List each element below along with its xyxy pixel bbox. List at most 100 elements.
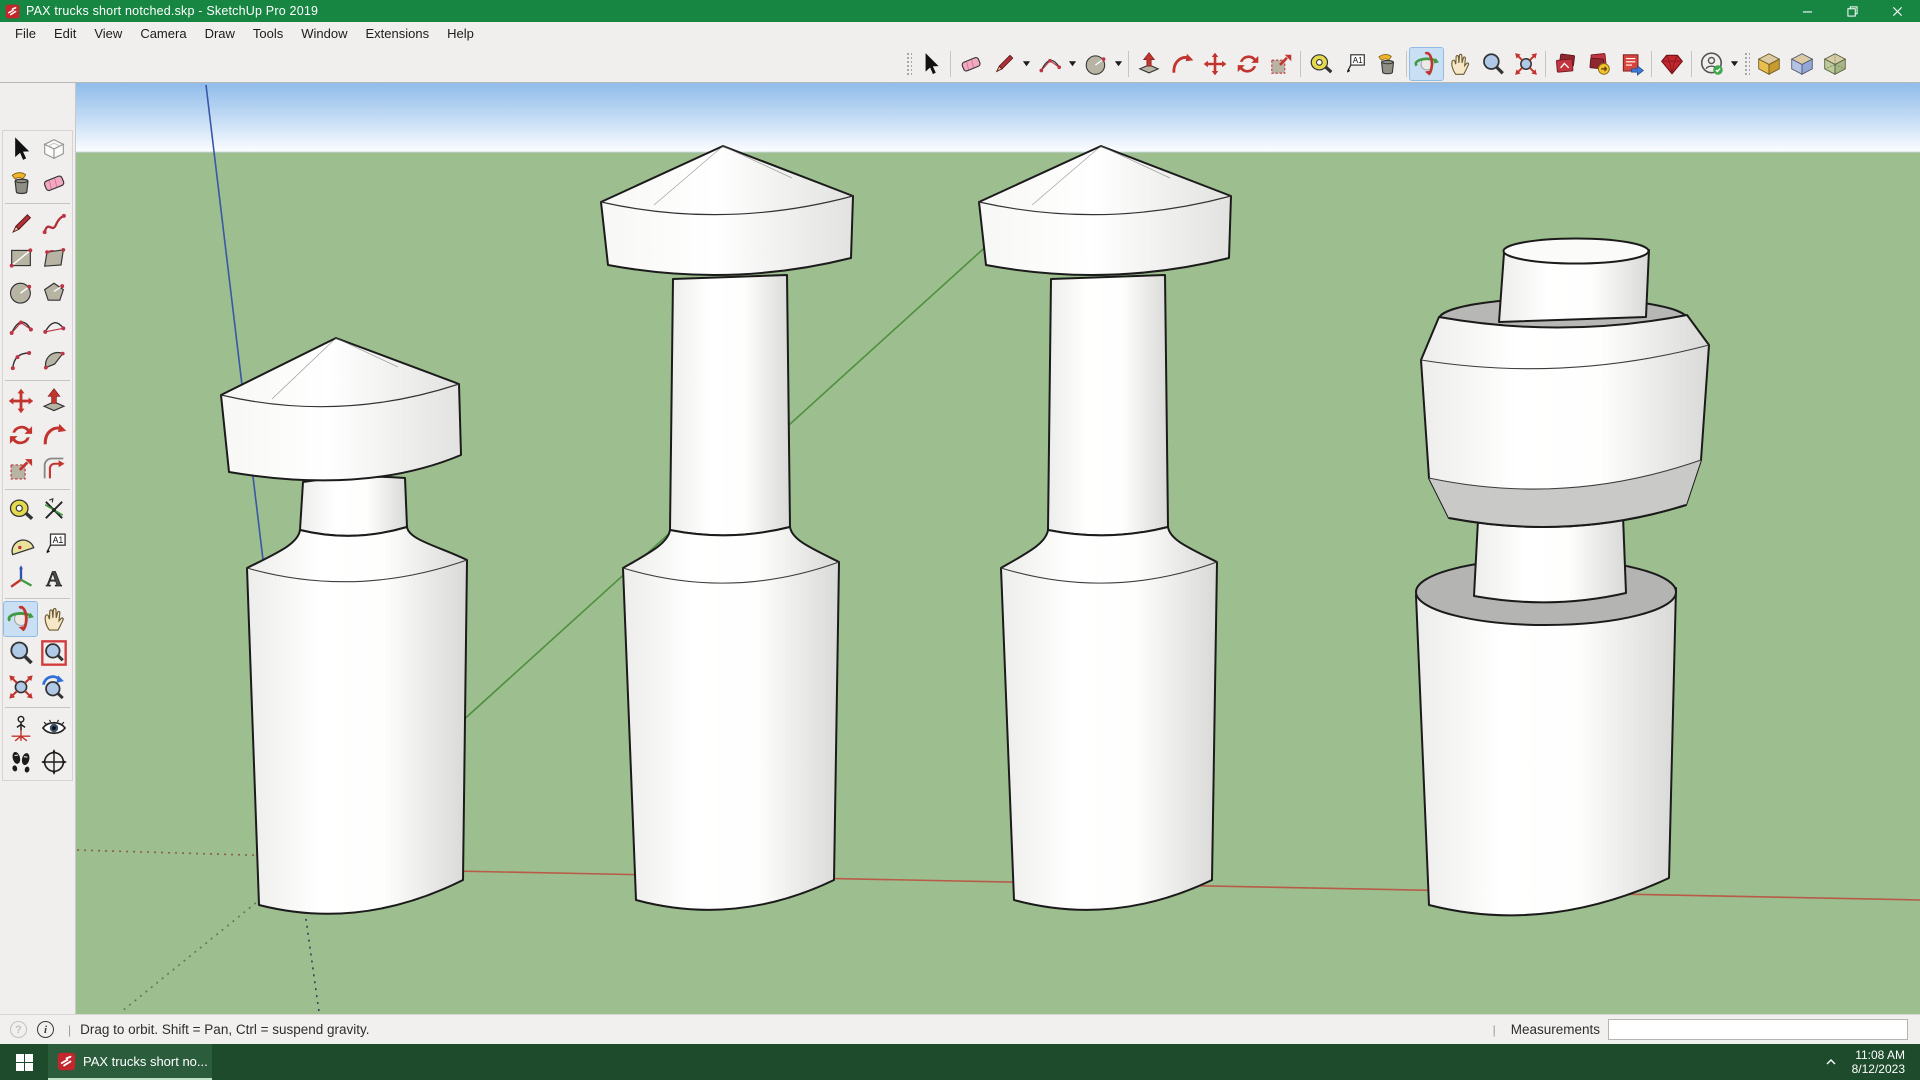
paint-bucket-tool-button[interactable]: [1370, 48, 1403, 80]
menu-draw[interactable]: Draw: [196, 23, 244, 44]
tray-clock[interactable]: 11:08 AM 8/12/2023: [1846, 1048, 1915, 1076]
three-point-arc-tool[interactable]: [4, 343, 37, 377]
close-button[interactable]: [1875, 0, 1920, 22]
line-tool[interactable]: [4, 207, 37, 241]
pencil-icon: [7, 210, 35, 238]
zoom-tool-button[interactable]: [1476, 48, 1509, 80]
measurements-input[interactable]: [1608, 1019, 1908, 1040]
start-button[interactable]: [0, 1044, 48, 1080]
restore-button[interactable]: [1830, 0, 1875, 22]
pie-tool[interactable]: [37, 343, 70, 377]
share-model-button[interactable]: [1582, 48, 1615, 80]
zoom-extents-icon: [1513, 51, 1539, 77]
menu-window[interactable]: Window: [292, 23, 356, 44]
text-tool-button[interactable]: [1337, 48, 1370, 80]
orbit-tool-button[interactable]: [1409, 46, 1444, 81]
generate-report-button[interactable]: [1615, 48, 1648, 80]
zoom-previous-tool[interactable]: [37, 670, 70, 704]
menu-tools[interactable]: Tools: [244, 23, 292, 44]
look-around-tool[interactable]: [37, 711, 70, 745]
eraser-tool[interactable]: [37, 166, 70, 200]
extension-warehouse-button[interactable]: [1655, 48, 1688, 80]
pan-tool-button[interactable]: [1443, 48, 1476, 80]
orbit-tool[interactable]: [3, 601, 38, 637]
tape-measure-tool[interactable]: [4, 493, 37, 527]
tape-measure-tool-button[interactable]: [1304, 48, 1337, 80]
scale-tool-button[interactable]: [1264, 48, 1297, 80]
taskbar-app-sketchup[interactable]: PAX trucks short no...: [48, 1044, 212, 1080]
dimensions-tool[interactable]: [37, 493, 70, 527]
move-tool[interactable]: [4, 384, 37, 418]
axes-tool[interactable]: [4, 561, 37, 595]
select-tool-button[interactable]: [914, 48, 947, 80]
follow-me-tool-button[interactable]: [1165, 48, 1198, 80]
eraser-tool-button[interactable]: [954, 48, 987, 80]
zoom-extents-tool[interactable]: [4, 670, 37, 704]
polygon-tool[interactable]: [37, 275, 70, 309]
extension-gem-icon: [1659, 51, 1685, 77]
menu-file[interactable]: File: [6, 23, 45, 44]
menu-camera[interactable]: Camera: [131, 23, 195, 44]
component-box-icon: [40, 135, 68, 163]
3d-warehouse-button[interactable]: [1549, 48, 1582, 80]
line-tool-dropdown[interactable]: [1020, 48, 1033, 80]
rotate-icon: [7, 421, 35, 449]
chevron-down-icon: [1114, 59, 1123, 68]
freehand-tool[interactable]: [37, 207, 70, 241]
toolbar-grip[interactable]: [1743, 50, 1750, 77]
shapes-tool-button[interactable]: [1079, 48, 1112, 80]
rotate-tool-button[interactable]: [1231, 48, 1264, 80]
offset-tool[interactable]: [37, 452, 70, 486]
rotate-tool[interactable]: [4, 418, 37, 452]
iso-view-3-button[interactable]: [1818, 48, 1851, 80]
zoom-extents-button[interactable]: [1509, 48, 1542, 80]
rectangle-tool[interactable]: [4, 241, 37, 275]
scale-tool[interactable]: [4, 452, 37, 486]
arc-tool-button[interactable]: [1033, 48, 1066, 80]
menu-edit[interactable]: Edit: [45, 23, 85, 44]
make-component-tool[interactable]: [37, 132, 70, 166]
offset-icon: [40, 455, 68, 483]
modeling-viewport[interactable]: [75, 83, 1920, 1014]
account-dropdown[interactable]: [1728, 48, 1741, 80]
pie-icon: [40, 346, 68, 374]
iso-view-1-button[interactable]: [1752, 48, 1785, 80]
toolbar-grip[interactable]: [905, 50, 912, 77]
zoom-tool[interactable]: [4, 636, 37, 670]
push-pull-tool-button[interactable]: [1132, 48, 1165, 80]
select-tool[interactable]: [4, 132, 37, 166]
rotated-rectangle-tool[interactable]: [37, 241, 70, 275]
arc-tool[interactable]: [4, 309, 37, 343]
two-point-arc-tool[interactable]: [37, 309, 70, 343]
circle-tool[interactable]: [4, 275, 37, 309]
menu-extensions[interactable]: Extensions: [357, 23, 439, 44]
shapes-tool-dropdown[interactable]: [1112, 48, 1125, 80]
scene-canvas[interactable]: [76, 83, 1920, 1014]
palette-separator: [5, 598, 70, 599]
walk-tool[interactable]: [4, 745, 37, 779]
iso-view-2-button[interactable]: [1785, 48, 1818, 80]
arc-tool-dropdown[interactable]: [1066, 48, 1079, 80]
3d-text-tool[interactable]: [37, 561, 70, 595]
text-tool[interactable]: [37, 527, 70, 561]
pan-tool[interactable]: [37, 602, 70, 636]
line-tool-button[interactable]: [987, 48, 1020, 80]
turn-compass-tool[interactable]: [37, 745, 70, 779]
minimize-button[interactable]: [1785, 0, 1830, 22]
move-tool-button[interactable]: [1198, 48, 1231, 80]
model-pawn-short[interactable]: [220, 337, 468, 915]
protractor-tool[interactable]: [4, 527, 37, 561]
position-camera-tool[interactable]: [4, 711, 37, 745]
follow-me-tool[interactable]: [37, 418, 70, 452]
push-pull-tool[interactable]: [37, 384, 70, 418]
zoom-window-tool[interactable]: [37, 636, 70, 670]
context-info-icon[interactable]: i: [37, 1021, 54, 1038]
menu-view[interactable]: View: [85, 23, 131, 44]
account-button[interactable]: [1695, 48, 1728, 80]
palette-separator: [5, 489, 70, 490]
hidden-icons-chevron[interactable]: [1816, 1056, 1846, 1068]
geolocation-icon[interactable]: ?: [10, 1021, 27, 1038]
paint-bucket-tool[interactable]: [4, 166, 37, 200]
menu-help[interactable]: Help: [438, 23, 483, 44]
large-tool-set: [2, 130, 73, 781]
